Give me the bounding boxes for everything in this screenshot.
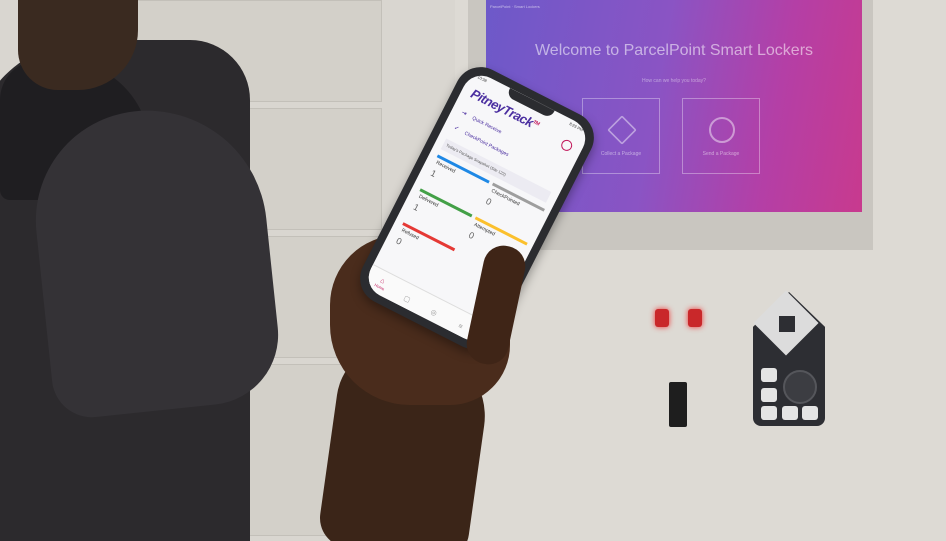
quick-receive-item[interactable]: Quick Receive bbox=[471, 115, 502, 135]
receive-icon: ⇥ bbox=[460, 109, 468, 118]
status-led bbox=[655, 309, 669, 327]
keypad-key[interactable] bbox=[761, 406, 777, 420]
send-package-label: Send a Package bbox=[702, 151, 740, 157]
app-logo: PitneyTrackTM bbox=[468, 86, 541, 133]
stat-value: 0 bbox=[466, 229, 476, 242]
phone-battery: 8:23 PM bbox=[568, 121, 585, 133]
scanner-sensor bbox=[779, 316, 795, 332]
user-avatar-icon[interactable] bbox=[559, 138, 575, 153]
keypad-key[interactable] bbox=[761, 388, 777, 402]
photo-scene: ParcelPoint · Smart Lockers Welcome to P… bbox=[0, 0, 946, 541]
status-led bbox=[688, 309, 702, 327]
kiosk-title: Welcome to ParcelPoint Smart Lockers bbox=[534, 42, 814, 59]
keypad-key[interactable] bbox=[761, 368, 777, 382]
check-icon: ✓ bbox=[452, 125, 460, 133]
stat-value: 0 bbox=[484, 196, 494, 208]
send-package-tile[interactable]: Send a Package bbox=[682, 98, 760, 174]
box-icon bbox=[607, 115, 637, 145]
package-icon: ▢ bbox=[402, 294, 412, 305]
location-icon: ◎ bbox=[429, 308, 438, 318]
stat-value: 1 bbox=[411, 201, 421, 213]
keypad-dial[interactable] bbox=[783, 370, 817, 404]
tab-home[interactable]: ⌂ Home bbox=[370, 274, 393, 294]
card-slot[interactable] bbox=[669, 382, 687, 427]
collect-package-label: Collect a Package bbox=[600, 151, 642, 157]
keypad-key[interactable] bbox=[782, 406, 798, 420]
stat-value: 1 bbox=[428, 167, 438, 180]
tab-packages[interactable]: ▢ bbox=[396, 291, 417, 307]
refresh-icon bbox=[709, 117, 735, 143]
phone-time: 10:38 bbox=[476, 74, 488, 84]
kiosk-subtitle: How can we help you today? bbox=[642, 78, 706, 84]
keypad-key[interactable] bbox=[802, 406, 818, 420]
brand-tm: TM bbox=[531, 119, 541, 128]
stat-value: 0 bbox=[394, 235, 404, 247]
tab-locations[interactable]: ◎ bbox=[423, 305, 444, 321]
kiosk-status: ParcelPoint · Smart Lockers bbox=[490, 4, 540, 9]
